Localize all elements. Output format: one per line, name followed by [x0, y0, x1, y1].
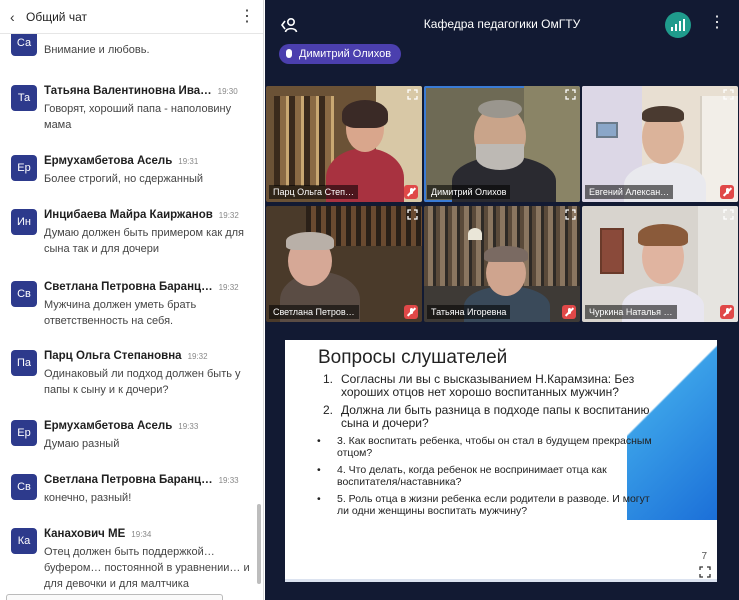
chat-message: Са Внимание и любовь.	[0, 34, 255, 58]
message-author: Ермухамбетова Асель	[44, 420, 173, 432]
active-speaker-name: Димитрий Олихов	[299, 48, 392, 60]
message-author: Канахович МЕ	[44, 528, 126, 540]
message-text: Отец должен быть поддержкой… буфером… по…	[44, 546, 250, 590]
message-time: 19:32	[218, 211, 239, 220]
muted-mic-icon	[562, 305, 576, 319]
chat-header: ‹ Общий чат ⋮	[0, 0, 263, 34]
message-text: Мужчина должен уметь брать ответственнос…	[44, 299, 197, 327]
message-time: 19:32	[218, 283, 239, 292]
participant-name: Татьяна Игоревна	[427, 305, 511, 319]
conference-area: Кафедра педагогики ОмГТУ ⋮ Димитрий Олих…	[265, 0, 739, 600]
kebab-icon[interactable]: ⋮	[709, 15, 725, 31]
expand-icon[interactable]	[723, 209, 734, 220]
chat-message: Па Парц Ольга Степановна 19:32 Одинаковы…	[0, 350, 255, 398]
video-tile[interactable]: Татьяна Игоревна	[424, 206, 580, 322]
video-tile[interactable]: Парц Ольга Степ…	[266, 86, 422, 202]
video-tile[interactable]: Евгений Алексан…	[582, 86, 738, 202]
question-list: 1. Согласны ли вы с высказыванием Н.Кара…	[317, 372, 653, 522]
expand-icon[interactable]	[723, 89, 734, 100]
presentation-slide: ОмГТУ Вопросы слушателей 1. Согласны ли …	[285, 340, 717, 582]
video-tile[interactable]: Димитрий Олихов	[424, 86, 580, 202]
slide-title: Вопросы слушателей	[318, 347, 508, 368]
muted-mic-icon	[404, 185, 418, 199]
question-item: • 4. Что делать, когда ребенок не воспри…	[317, 464, 607, 488]
message-time: 19:33	[218, 476, 239, 485]
participant-name: Парц Ольга Степ…	[269, 185, 358, 199]
minimize-icon[interactable]	[700, 348, 709, 350]
participant-name: Чуркина Наталья …	[585, 305, 677, 319]
avatar: Ка	[11, 528, 37, 554]
video-tile[interactable]: Светлана Петров…	[266, 206, 422, 322]
message-list: Са Внимание и любовь. Та Татьяна Валенти…	[0, 34, 263, 600]
avatar: Ер	[11, 420, 37, 446]
message-author: Парц Ольга Степановна	[44, 350, 182, 362]
avatar: Ин	[11, 209, 37, 235]
chat-message: Ер Ермухамбетова Асель 19:31 Более строг…	[0, 155, 255, 187]
message-author: Светлана Петровна Баранц…	[44, 474, 213, 486]
expand-icon[interactable]	[407, 89, 418, 100]
chat-message: Ка Канахович МЕ 19:34 Отец должен быть п…	[0, 528, 255, 592]
question-item: 2. Должна ли быть разница в подходе папы…	[323, 403, 650, 430]
message-input[interactable]	[6, 594, 223, 600]
video-tile[interactable]: Чуркина Наталья …	[582, 206, 738, 322]
message-author: Ермухамбетова Асель	[44, 155, 173, 167]
message-text: конечно, разный!	[44, 492, 132, 504]
expand-icon[interactable]	[407, 209, 418, 220]
chat-message: Св Светлана Петровна Баранц… 19:32 Мужчи…	[0, 281, 255, 329]
avatar: Св	[11, 474, 37, 500]
message-text: Говорят, хороший папа - наполовину мама	[44, 103, 232, 131]
message-text: Внимание и любовь.	[44, 44, 150, 56]
message-author: Инцибаева Майра Каиржанов	[44, 209, 213, 221]
message-author: Татьяна Валентиновна Ива…	[44, 85, 212, 97]
slide-page-number: 7	[701, 551, 707, 562]
fullscreen-icon[interactable]	[699, 566, 711, 578]
chat-message: Та Татьяна Валентиновна Ива… 19:30 Говор…	[0, 85, 255, 133]
message-text: Одинаковый ли подход должен быть у папы …	[44, 368, 241, 396]
avatar: Са	[11, 34, 37, 56]
kebab-icon[interactable]: ⋮	[239, 8, 255, 25]
omgtu-logo: ОмГТУ	[665, 352, 699, 363]
muted-mic-icon	[720, 305, 734, 319]
muted-mic-icon	[720, 185, 734, 199]
message-text: Думаю должен быть примером как для сына …	[44, 227, 244, 255]
avatar: Ер	[11, 155, 37, 181]
chat-message: Ер Ермухамбетова Асель 19:33 Думаю разны…	[0, 420, 255, 452]
chat-panel: ‹ Общий чат ⋮ Са Внимание и любовь. Та Т…	[0, 0, 264, 600]
chat-title: Общий чат	[26, 9, 87, 24]
microphone-icon	[286, 49, 292, 58]
avatar: Па	[11, 350, 37, 376]
message-time: 19:31	[178, 157, 199, 166]
message-text: Думаю разный	[44, 438, 120, 450]
conference-header: Кафедра педагогики ОмГТУ ⋮	[265, 0, 739, 50]
chat-scrollbar[interactable]	[257, 504, 261, 584]
message-time: 19:32	[187, 352, 208, 361]
question-item: • 5. Роль отца в жизни ребенка если роди…	[317, 493, 650, 517]
muted-mic-icon	[404, 305, 418, 319]
video-grid: Парц Ольга Степ… Димитрий Олихов Евгений…	[266, 86, 738, 324]
participant-name: Светлана Петров…	[269, 305, 359, 319]
active-speaker-badge: Димитрий Олихов	[279, 44, 402, 64]
message-author: Светлана Петровна Баранц…	[44, 281, 213, 293]
signal-bars-icon[interactable]	[665, 12, 691, 38]
question-item: 1. Согласны ли вы с высказыванием Н.Кара…	[323, 372, 635, 399]
chevron-left-icon[interactable]: ‹	[10, 9, 26, 25]
message-text: Более строгий, но сдержанный	[44, 173, 204, 185]
expand-icon[interactable]	[565, 209, 576, 220]
chat-message: Ин Инцибаева Майра Каиржанов 19:32 Думаю…	[0, 209, 255, 257]
participant-name: Евгений Алексан…	[585, 185, 674, 199]
question-item: • 3. Как воспитать ребенка, чтобы он ста…	[317, 435, 652, 459]
avatar: Св	[11, 281, 37, 307]
message-time: 19:34	[131, 530, 152, 539]
message-time: 19:30	[217, 87, 238, 96]
message-time: 19:33	[178, 422, 199, 431]
slide-footer	[285, 579, 717, 582]
chat-message: Св Светлана Петровна Баранц… 19:33 конеч…	[0, 474, 255, 506]
expand-icon[interactable]	[565, 89, 576, 100]
participant-name: Димитрий Олихов	[427, 185, 511, 199]
avatar: Та	[11, 85, 37, 111]
